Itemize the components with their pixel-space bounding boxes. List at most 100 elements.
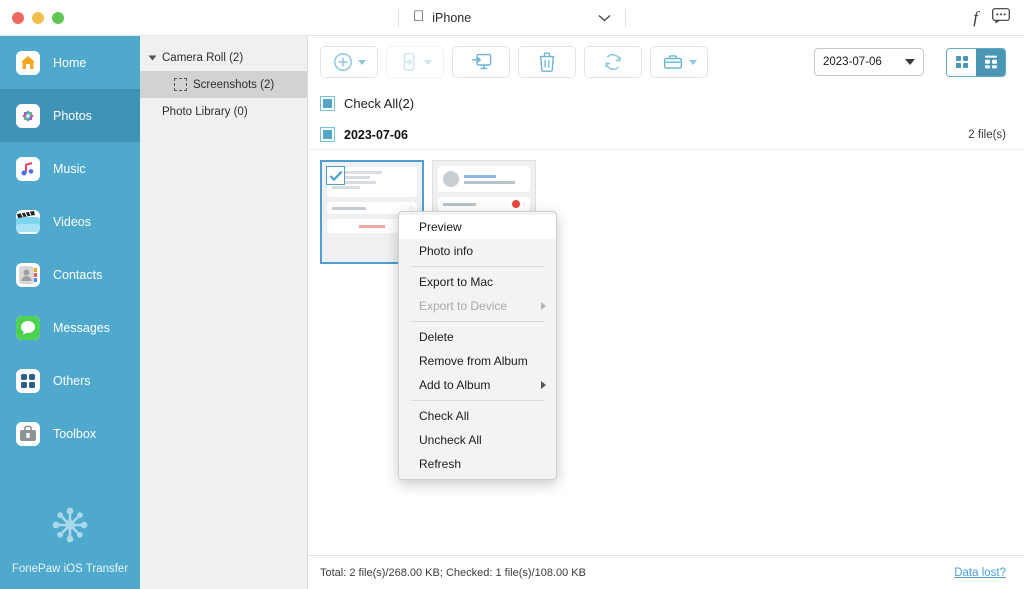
- menu-item-delete[interactable]: Delete: [399, 325, 556, 349]
- tree-item-label: Camera Roll (2): [162, 51, 244, 64]
- tree-item-camera-roll[interactable]: Camera Roll (2): [140, 44, 307, 71]
- menu-item-preview[interactable]: Preview: [399, 215, 556, 239]
- menu-item-label: Add to Album: [419, 378, 491, 392]
- submenu-arrow-icon: [541, 302, 546, 310]
- chevron-down-icon[interactable]: [148, 55, 157, 60]
- sidebar-item-label: Others: [53, 373, 91, 388]
- menu-item-label: Photo info: [419, 244, 474, 258]
- divider-right: [625, 8, 626, 27]
- sidebar-item-music[interactable]: Music: [0, 142, 140, 195]
- minimize-button[interactable]: [32, 11, 44, 24]
- add-button[interactable]: [320, 46, 378, 78]
- contacts-icon: [16, 262, 40, 287]
- menu-item-label: Export to Device: [419, 299, 508, 313]
- menu-item-label: Export to Mac: [419, 275, 494, 289]
- menu-item-remove-from-album[interactable]: Remove from Album: [399, 349, 556, 373]
- chevron-down-icon[interactable]: [598, 9, 611, 27]
- menu-separator: [411, 400, 544, 401]
- group-checkbox[interactable]: [320, 127, 335, 142]
- menu-item-check-all[interactable]: Check All: [399, 404, 556, 428]
- data-lost-link[interactable]: Data lost?: [954, 567, 1006, 579]
- close-button[interactable]: [12, 11, 24, 24]
- sidebar-item-label: Music: [53, 161, 86, 176]
- monitor-export-icon: [472, 53, 492, 70]
- album-button[interactable]: [650, 46, 708, 78]
- menu-item-label: Remove from Album: [419, 354, 528, 368]
- thumbnail-checkbox[interactable]: [326, 166, 345, 185]
- sidebar-item-label: Messages: [53, 320, 110, 335]
- refresh-icon: [605, 53, 621, 71]
- home-icon: [16, 50, 40, 75]
- toolbox-icon: [16, 421, 40, 446]
- phone-export-icon: [403, 53, 414, 71]
- delete-button[interactable]: [518, 46, 576, 78]
- detail-view-button[interactable]: [976, 48, 1005, 76]
- apple-logo-icon: : [413, 9, 424, 24]
- feedback-icon[interactable]: [992, 7, 1010, 28]
- menu-item-label: Preview: [419, 220, 462, 234]
- app-window:  iPhone f: [0, 0, 1024, 589]
- snowflake-icon: [47, 502, 93, 553]
- tree-item-label: Photo Library (0): [162, 105, 248, 118]
- status-bar: Total: 2 file(s)/268.00 KB; Checked: 1 f…: [308, 555, 1024, 589]
- messages-icon: [16, 315, 40, 340]
- title-bar:  iPhone f: [0, 0, 1024, 36]
- sidebar-item-label: Contacts: [53, 267, 103, 282]
- chevron-down-icon[interactable]: [905, 59, 915, 65]
- check-all-label: Check All(2): [344, 95, 415, 111]
- export-to-mac-button[interactable]: [452, 46, 510, 78]
- refresh-button[interactable]: [584, 46, 642, 78]
- sidebar-item-photos[interactable]: Photos: [0, 89, 140, 142]
- tree-item-screenshots[interactable]: Screenshots (2): [140, 71, 307, 98]
- device-name-label: iPhone: [421, 10, 471, 25]
- menu-item-label: Uncheck All: [419, 433, 482, 447]
- date-filter-select[interactable]: 2023-07-06: [814, 48, 924, 76]
- photos-icon: [16, 103, 40, 128]
- sidebar-item-videos[interactable]: Videos: [0, 195, 140, 248]
- date-filter-value: 2023-07-06: [823, 56, 882, 68]
- context-menu: Preview Photo info Export to Mac Export …: [398, 211, 557, 480]
- menu-item-label: Check All: [419, 409, 470, 423]
- sidebar-item-label: Videos: [53, 214, 91, 229]
- menu-item-add-to-album[interactable]: Add to Album: [399, 373, 556, 397]
- device-selector[interactable]:  iPhone: [398, 6, 626, 30]
- briefcase-icon: [663, 55, 682, 69]
- trash-icon: [539, 52, 555, 72]
- grid-view-icon: [955, 56, 968, 68]
- check-all-row[interactable]: Check All(2): [308, 88, 1024, 118]
- chevron-down-icon[interactable]: [357, 59, 366, 65]
- maximize-button[interactable]: [52, 11, 64, 24]
- menu-item-photo-info[interactable]: Photo info: [399, 239, 556, 263]
- sidebar-item-contacts[interactable]: Contacts: [0, 248, 140, 301]
- brand-block: FonePaw iOS Transfer: [0, 502, 140, 575]
- toolbar: 2023-07-06: [308, 36, 1024, 88]
- sidebar-item-toolbox[interactable]: Toolbox: [0, 407, 140, 460]
- sidebar-item-messages[interactable]: Messages: [0, 301, 140, 354]
- menu-separator: [411, 266, 544, 267]
- menu-item-uncheck-all[interactable]: Uncheck All: [399, 428, 556, 452]
- chevron-down-icon[interactable]: [688, 59, 697, 65]
- traffic-lights: [0, 11, 64, 24]
- menu-item-export-to-device[interactable]: Export to Device: [399, 294, 556, 318]
- sidebar-item-others[interactable]: Others: [0, 354, 140, 407]
- menu-item-export-to-mac[interactable]: Export to Mac: [399, 270, 556, 294]
- detail-view-icon: [984, 55, 997, 69]
- videos-icon: [16, 209, 40, 234]
- menu-separator: [411, 321, 544, 322]
- others-icon: [16, 368, 40, 393]
- tree-item-label: Screenshots (2): [193, 78, 275, 91]
- titlebar-actions: f: [973, 7, 1024, 28]
- group-header-row: 2023-07-06 2 file(s): [308, 120, 1024, 150]
- grid-view-button[interactable]: [947, 48, 976, 76]
- tree-item-photo-library[interactable]: Photo Library (0): [140, 98, 307, 125]
- check-all-checkbox[interactable]: [320, 95, 335, 111]
- sidebar-item-home[interactable]: Home: [0, 36, 140, 89]
- group-date-label: 2023-07-06: [344, 127, 408, 142]
- menu-item-refresh[interactable]: Refresh: [399, 452, 556, 476]
- plus-circle-icon: [333, 53, 352, 71]
- dashed-square-icon: [174, 78, 187, 91]
- chevron-down-icon[interactable]: [423, 59, 432, 65]
- facebook-icon[interactable]: f: [973, 9, 978, 26]
- export-to-device-button[interactable]: [386, 46, 444, 78]
- music-icon: [16, 156, 40, 181]
